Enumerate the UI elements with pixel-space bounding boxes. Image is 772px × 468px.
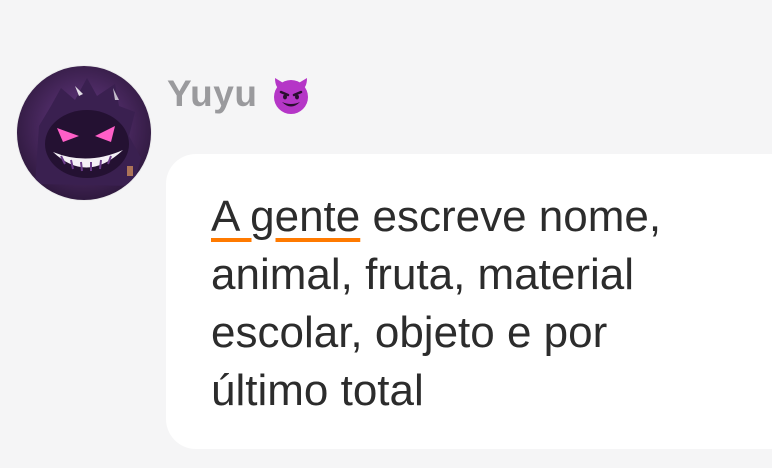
message-line-3: escolar, objeto e por <box>211 308 608 357</box>
message-text: A gente escreve nome, animal, fruta, mat… <box>211 188 731 420</box>
message-line-1-rest: escreve nome, <box>360 192 662 241</box>
smiling-devil-icon <box>269 72 313 116</box>
chat-message: Yuyu A gente escreve nome, animal, fruta… <box>0 0 772 468</box>
gengar-avatar-icon <box>17 66 151 200</box>
underlined-text: A gente <box>211 192 361 241</box>
message-line-2: animal, fruta, material <box>211 250 635 299</box>
sender: Yuyu <box>167 70 313 118</box>
avatar[interactable] <box>17 66 151 200</box>
sender-name[interactable]: Yuyu <box>167 73 257 115</box>
message-line-4: último total <box>211 366 424 415</box>
